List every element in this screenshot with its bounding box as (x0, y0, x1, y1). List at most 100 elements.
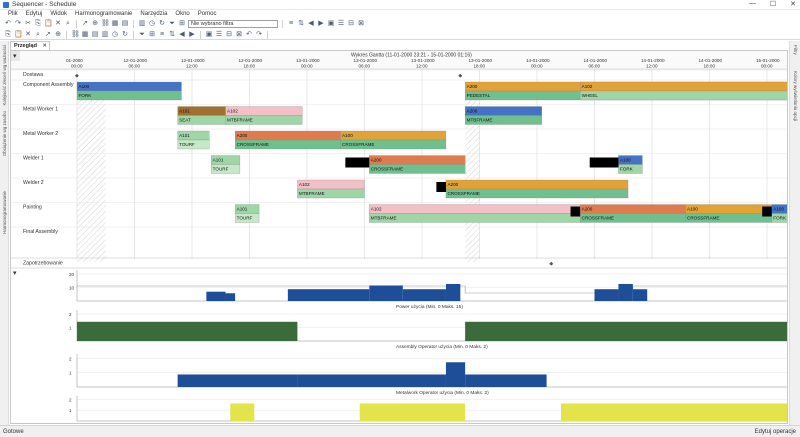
utilisation-bar (230, 403, 255, 421)
time-tick-hour: 18:00 (474, 64, 486, 69)
zoom-in-icon[interactable]: ⏷ (138, 31, 146, 39)
time-tick-date: 14-01-2000 (584, 58, 608, 63)
filter-icon[interactable]: ⏷ (168, 20, 176, 28)
reorder-icon[interactable]: ≡ (287, 20, 295, 28)
sort-icon[interactable]: ⇅ (297, 20, 305, 28)
menu-help[interactable]: Pomoc (198, 10, 217, 19)
paste-icon[interactable]: 📋 (44, 20, 53, 28)
calendar-icon[interactable]: ▥ (138, 20, 146, 28)
help-icon[interactable]: ◀ (178, 31, 186, 39)
resource-icon[interactable]: ▤ (121, 20, 129, 28)
fit-icon[interactable]: ≡ (158, 31, 166, 39)
task-bar[interactable] (340, 130, 447, 141)
delete-icon[interactable]: ✕ (54, 20, 62, 28)
export-icon[interactable]: ✕ (24, 31, 32, 39)
add-filter-icon[interactable]: ⊞ (178, 20, 186, 28)
task-name: FORK (773, 216, 787, 221)
task-bar-bottom[interactable] (76, 90, 182, 101)
star-icon[interactable]: ⊠ (235, 31, 243, 39)
filter-select[interactable]: Nie wybrano filtra (188, 20, 278, 28)
time-tick-date: 13-01-2000 (296, 58, 320, 63)
save-icon[interactable]: ⌕ (34, 31, 42, 39)
utilisation-bar (465, 321, 787, 341)
blocked-time-block (345, 157, 370, 168)
view-icon[interactable]: ↻ (121, 31, 129, 39)
preview-icon[interactable]: 📋 (14, 31, 23, 39)
list-icon[interactable]: ▥ (101, 31, 109, 39)
cross-icon[interactable]: ⊟ (225, 31, 233, 39)
task-code: A101 (237, 207, 248, 212)
info-icon[interactable]: ▶ (188, 31, 196, 39)
task-bar[interactable] (685, 204, 772, 214)
gantt-chart[interactable]: ▾ Wykres Gantta (11-01-2000 23:21 - 15-01… (11, 51, 788, 424)
side-tab-scheduling[interactable]: Harmonogramowanie (2, 191, 7, 234)
tab-close-icon[interactable]: ✕ (42, 42, 47, 50)
task-bar-bottom[interactable] (579, 90, 788, 101)
side-tab-display-colors[interactable]: Kolory wyświetlania opcji (793, 71, 798, 121)
align-icon[interactable]: ☰ (337, 20, 345, 28)
menu-file[interactable]: Plik (8, 10, 18, 19)
move-left-icon[interactable]: ◀ (307, 20, 315, 28)
task-bar[interactable] (579, 204, 686, 214)
warn-icon[interactable]: ▣ (205, 31, 213, 39)
side-tab-resource-load[interactable]: Obciążenie wg zasobu (2, 111, 7, 156)
undo-icon[interactable]: ↶ (4, 20, 12, 28)
task-name: FORK (620, 167, 634, 172)
refresh-icon[interactable]: ↻ (158, 20, 166, 28)
tab-overview[interactable]: Przegląd ✕ (10, 41, 50, 50)
check-icon[interactable]: ☰ (215, 31, 223, 39)
task-name: TOURF (237, 216, 253, 221)
flag-icon[interactable]: ↶ (245, 31, 253, 39)
clock-icon[interactable]: ◷ (148, 20, 156, 28)
side-tab-priority-order[interactable]: Kolejność zleceń wg ważności (2, 45, 7, 106)
redo-icon[interactable]: ↷ (14, 20, 22, 28)
lock-icon[interactable]: ↷ (255, 31, 263, 39)
task-bar[interactable] (445, 179, 629, 190)
move-right-icon[interactable]: ▶ (317, 20, 325, 28)
table-icon[interactable]: ▦ (81, 31, 89, 39)
copy-icon[interactable]: ⎘ (34, 20, 42, 28)
menu-view[interactable]: Widok (50, 10, 67, 19)
link-icon[interactable]: ⛓ (101, 20, 110, 28)
maximize-button[interactable]: ☐ (770, 0, 776, 10)
utilisation-bar (297, 374, 446, 387)
schedule-icon[interactable]: ▦ (111, 20, 119, 28)
resource-label: Dostawa (23, 72, 43, 78)
zoom-icon[interactable]: ⊕ (91, 20, 99, 28)
print-icon[interactable]: ⎘ (4, 31, 12, 39)
app-icon (3, 2, 9, 8)
utilisation-bar (225, 293, 236, 301)
task-name: MTBFRAME (371, 216, 397, 221)
find-icon[interactable]: ⌕ (64, 20, 72, 28)
menu-edit[interactable]: Edytuj (26, 10, 43, 19)
merge-icon[interactable]: ⊠ (357, 20, 365, 28)
task-bar[interactable] (369, 204, 581, 214)
cut-icon[interactable]: ✂ (24, 20, 32, 28)
menu-window[interactable]: Okno (175, 10, 189, 19)
graph-tick-label: 2 (69, 312, 72, 317)
split-icon[interactable]: ⊟ (347, 20, 355, 28)
time-tick-date: 14-01-2000 (699, 58, 723, 63)
gantt-icon[interactable]: ◷ (111, 31, 119, 39)
new-icon[interactable]: ⊕ (54, 31, 62, 39)
menu-scheduling[interactable]: Harmonogramowanie (75, 10, 132, 19)
pointer-icon[interactable]: ➚ (81, 20, 89, 28)
task-bar[interactable] (234, 130, 341, 141)
minimize-button[interactable]: — (749, 0, 756, 10)
side-tab-filters[interactable]: Filtry (793, 45, 798, 55)
graph-tick-label: 10 (69, 286, 75, 291)
task-bar-bottom[interactable] (369, 213, 581, 223)
task-bar[interactable] (76, 81, 182, 92)
task-code: A200 (467, 84, 478, 89)
zoom-out-icon[interactable]: ⊞ (148, 31, 156, 39)
grid-icon[interactable]: ▤ (91, 31, 99, 39)
settings-icon[interactable]: ⇅ (168, 31, 176, 39)
chart-icon[interactable]: ⛓ (71, 31, 80, 39)
open-icon[interactable]: ➚ (44, 31, 52, 39)
menu-tools[interactable]: Narzędzia (140, 10, 167, 19)
task-bar[interactable] (579, 81, 788, 92)
task-bar[interactable] (369, 155, 466, 165)
close-button[interactable]: ✕ (790, 0, 796, 10)
group-icon[interactable]: ▣ (327, 20, 335, 28)
time-tick-date: 01-2000 (66, 58, 83, 63)
